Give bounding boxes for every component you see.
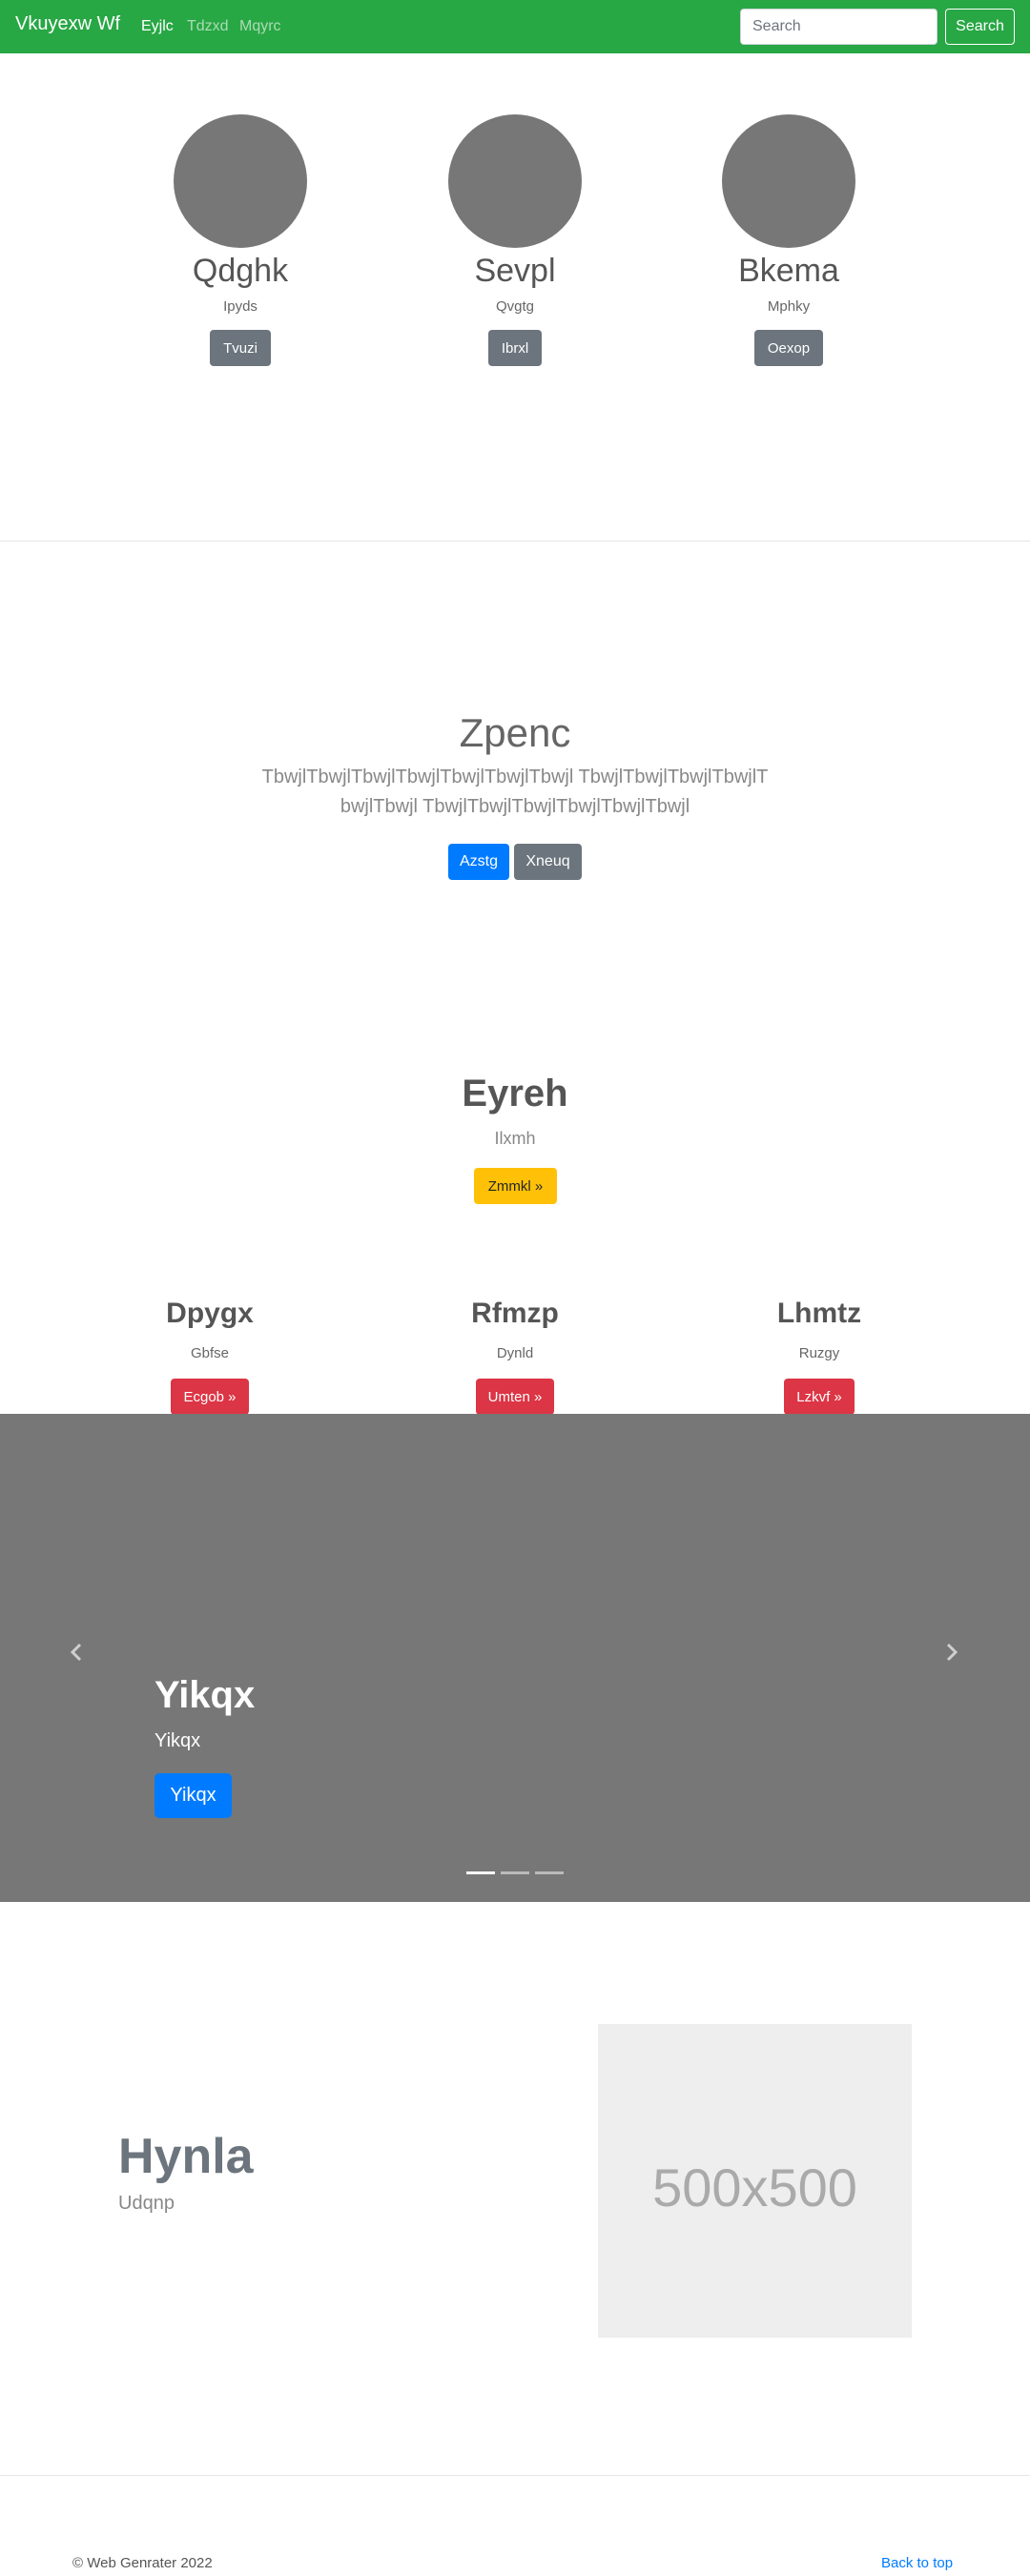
profile-button[interactable]: Ibrxl <box>487 330 543 366</box>
avatar <box>722 114 855 248</box>
column-card: Dpygx Gbfse Ecgob » <box>57 1295 362 1415</box>
profile-name: Sevpl <box>474 253 556 289</box>
navbar: Vkuyexw Wf Eyjlc Tdzxd Mqyrc Search <box>0 0 1030 53</box>
profile-name: Bkema <box>738 253 839 289</box>
chevron-right-icon[interactable] <box>937 1638 966 1666</box>
profile-card: Bkema Mphky Oexop <box>674 114 903 366</box>
back-to-top-link[interactable]: Back to top <box>881 2554 953 2573</box>
footer-divider <box>0 2475 1030 2476</box>
nav-link-tdzxd[interactable]: Tdzxd <box>187 18 229 35</box>
column-button[interactable]: Lzkvf » <box>784 1379 855 1415</box>
column-card: Rfmzp Dynld Umten » <box>362 1295 668 1415</box>
profile-subtitle: Ipyds <box>223 298 258 315</box>
carousel-caption-subtitle: Yikqx <box>154 1730 201 1751</box>
column-title: Rfmzp <box>471 1298 559 1329</box>
profile-button[interactable]: Tvuzi <box>210 330 271 366</box>
placeholder-image: 500x500 <box>598 2024 912 2338</box>
carousel-indicator[interactable] <box>466 1871 495 1874</box>
profile-subtitle: Mphky <box>767 298 811 315</box>
avatar <box>448 114 582 248</box>
jumbotron-text: TbwjlTbwjlTbwjlTbwjlTbwjlTbwjlTbwjl Tbwj… <box>261 767 769 817</box>
carousel-indicator[interactable] <box>535 1871 564 1874</box>
profile-name: Qdghk <box>192 253 289 289</box>
column-subtitle: Gbfse <box>190 1345 230 1361</box>
carousel: Yikqx Yikqx Yikqx <box>0 1414 1030 1902</box>
search-button[interactable]: Search <box>945 9 1015 45</box>
carousel-indicator[interactable] <box>501 1871 529 1874</box>
feature-heading-title: Eyreh <box>462 1073 568 1114</box>
jumbotron-primary-button[interactable]: Azstg <box>448 844 509 880</box>
chevron-left-icon[interactable] <box>62 1638 91 1666</box>
featurette-title: Hynla <box>118 2129 254 2184</box>
column-subtitle: Dynld <box>496 1345 534 1361</box>
carousel-caption-button[interactable]: Yikqx <box>154 1773 232 1818</box>
carousel-caption-title: Yikqx <box>154 1674 256 1716</box>
column-title: Dpygx <box>166 1298 254 1329</box>
nav-link-eyjlc[interactable]: Eyjlc <box>141 18 174 35</box>
column-card: Lhmtz Ruzgy Lzkvf » <box>667 1295 972 1415</box>
jumbotron-secondary-button[interactable]: Xneuq <box>514 844 582 880</box>
featurette-subtitle: Udqnp <box>118 2193 175 2214</box>
jumbotron-title: Zpenc <box>459 710 571 755</box>
column-subtitle: Ruzgy <box>798 1345 840 1361</box>
avatar <box>174 114 307 248</box>
placeholder-image-label: 500x500 <box>652 2157 857 2218</box>
profile-card: Sevpl Qvgtg Ibrxl <box>401 114 629 366</box>
navbar-brand[interactable]: Vkuyexw Wf <box>15 13 120 35</box>
section-divider <box>0 541 1030 542</box>
footer-copyright: © Web Genrater 2022 <box>72 2555 213 2571</box>
profile-subtitle: Qvgtg <box>495 298 535 315</box>
profile-button[interactable]: Oexop <box>753 330 824 366</box>
nav-link-mqyrc[interactable]: Mqyrc <box>239 18 281 35</box>
column-button[interactable]: Ecgob » <box>171 1379 249 1415</box>
search-input[interactable] <box>740 9 937 45</box>
column-button[interactable]: Umten » <box>475 1379 555 1415</box>
feature-heading-button[interactable]: Zmmkl » <box>474 1168 557 1204</box>
column-title: Lhmtz <box>776 1298 862 1329</box>
feature-heading-subtitle: Ilxmh <box>494 1129 536 1148</box>
profile-card: Qdghk Ipyds Tvuzi <box>126 114 355 366</box>
